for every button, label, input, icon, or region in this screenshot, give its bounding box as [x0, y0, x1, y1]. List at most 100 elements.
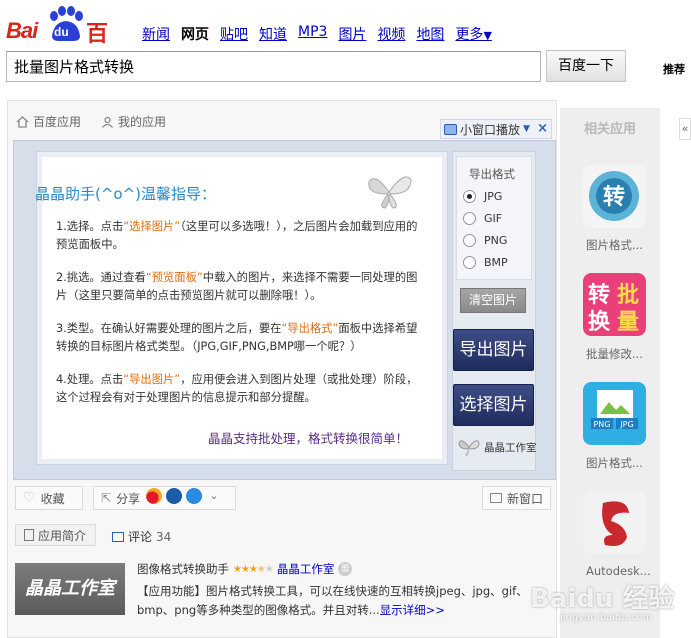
nav-zhidao[interactable]: 知道 [259, 24, 287, 44]
clear-images-button[interactable]: 清空图片 [460, 288, 526, 313]
step-4-highlight: “导出图片” [123, 373, 181, 386]
app-name-line: 图像格式转换助手 ★★★★★ 晶晶工作室 盟 [137, 561, 353, 577]
new-window-button[interactable]: 新窗口 [482, 486, 551, 510]
step-3-pre: 3.类型。在确认好需要处理的图片之后，要在 [56, 322, 282, 335]
share-label: 分享 [116, 491, 141, 506]
triangle-down-icon: ▼ [483, 29, 492, 42]
guide-step-2: 2.挑选。通过查看“预览面板”中载入的图片，来选择不需要一同处理的图片（这里只要… [56, 269, 428, 305]
breadcrumb: 百度应用 我的应用 [16, 113, 166, 130]
show-more-link[interactable]: 显示详细>> [380, 603, 445, 617]
svg-text:转: 转 [588, 282, 610, 308]
user-icon [102, 116, 113, 128]
close-icon[interactable]: × [537, 121, 548, 136]
related-app-2-label[interactable]: 批量修改... [586, 346, 643, 362]
step-2-pre: 2.挑选。通过查看 [56, 271, 146, 284]
autodesk-icon[interactable] [583, 491, 646, 554]
breadcrumb-home[interactable]: 百度应用 [33, 113, 81, 130]
export-images-button[interactable]: 导出图片 [453, 329, 534, 371]
watermark-url: jingyan.baidu.com [560, 612, 653, 623]
png-jpg-icon[interactable]: PNG JPG [583, 382, 646, 445]
nav-news[interactable]: 新闻 [142, 24, 170, 44]
step-4-pre: 4.处理。点击 [56, 373, 124, 386]
home-icon [16, 115, 29, 128]
svg-text:换: 换 [588, 309, 611, 335]
format-option-png[interactable]: PNG [463, 234, 507, 247]
butterfly-icon [368, 176, 412, 209]
nav-images[interactable]: 图片 [338, 24, 366, 44]
radio-icon [463, 234, 476, 247]
recommend-label[interactable]: 推荐 [663, 61, 685, 77]
guide-step-1: 1.选择。点击“选择图片”（这里可以多选哦！），之后图片会加载到应用的预览面板中… [56, 218, 428, 254]
baidu-logo[interactable]: Bai du 百度 [6, 6, 128, 79]
rating-stars: ★★★★★ [233, 563, 274, 575]
step-1-pre: 1.选择。点击 [56, 220, 124, 233]
nav-web[interactable]: 网页 [181, 24, 209, 44]
tab-comments[interactable]: 评论 34 [112, 528, 171, 545]
new-window-label: 新窗口 [506, 491, 543, 506]
studio-mark: 晶晶工作室 [457, 437, 537, 457]
format-jpg-label: JPG [484, 190, 503, 203]
batch-convert-icon[interactable]: 转 批 换 量 [583, 273, 646, 336]
developer-badge-icon: 盟 [338, 562, 353, 576]
radio-icon [463, 190, 476, 203]
comment-icon [112, 531, 124, 542]
step-2-highlight: “预览面板” [145, 271, 203, 284]
nav-more-label: 更多 [455, 27, 484, 43]
share-icon: ⇱ [101, 491, 112, 505]
radio-icon [463, 212, 476, 225]
svg-text:量: 量 [617, 310, 639, 335]
nav-tieba[interactable]: 贴吧 [220, 24, 248, 44]
logo-bai: Bai [6, 18, 38, 43]
top-navigation: 新闻 网页 贴吧 知道 MP3 图片 视频 地图 更多▼ [142, 24, 503, 44]
baidu-jingyan-watermark: Baidu 经验 [530, 584, 675, 614]
related-app-1-label[interactable]: 图片格式... [586, 237, 643, 253]
favorite-button[interactable]: ♡ 收藏 [15, 486, 83, 510]
heart-icon: ♡ [23, 490, 36, 506]
breadcrumb-my-apps[interactable]: 我的应用 [118, 113, 166, 130]
select-images-button[interactable]: 选择图片 [453, 384, 534, 426]
search-input[interactable] [6, 51, 541, 82]
nav-map[interactable]: 地图 [416, 24, 444, 44]
guide-step-4: 4.处理。点击“导出图片”，应用便会进入到图片处理（或批处理）阶段，这个过程会有… [56, 371, 428, 407]
nav-video[interactable]: 视频 [377, 24, 405, 44]
app-thumbnail[interactable]: 晶晶工作室 [15, 563, 125, 615]
new-window-icon [490, 493, 502, 503]
collapse-panel-button[interactable]: « [679, 118, 691, 140]
guide-footer: 晶晶支持批处理，格式转换很简单！ [208, 431, 409, 446]
convert-icon[interactable]: 转 [583, 165, 646, 228]
tab-app-intro[interactable]: 应用简介 [15, 524, 96, 546]
chevron-down-icon[interactable]: ⌄ [206, 488, 222, 504]
format-option-jpg[interactable]: JPG [463, 190, 502, 203]
mini-window-play[interactable]: 小窗口播放 ▼ × [440, 119, 552, 139]
tv-icon [444, 123, 457, 135]
qzone-icon[interactable] [186, 488, 202, 504]
caret-down-icon: ▼ [523, 124, 530, 134]
renren-icon[interactable] [166, 488, 182, 504]
step-3-highlight: “导出格式” [281, 322, 339, 335]
studio-name: 晶晶工作室 [484, 441, 537, 454]
export-format-title: 导出格式 [469, 167, 515, 181]
weibo-icon[interactable] [146, 488, 162, 504]
tab-comment-label: 评论 [128, 530, 153, 544]
app-description: 【应用功能】图片格式转换工具，可以在线快速的互相转换jpeg、jpg、gif、b… [137, 582, 551, 620]
related-app-3-label[interactable]: 图片格式... [586, 455, 643, 471]
related-apps-title: 相关应用 [584, 122, 637, 137]
svg-text:PNG: PNG [593, 420, 610, 429]
format-option-gif[interactable]: GIF [463, 212, 502, 225]
mini-window-label: 小窗口播放 [460, 122, 521, 137]
document-icon [24, 529, 34, 541]
format-bmp-label: BMP [484, 256, 508, 269]
app-description-text: 【应用功能】图片格式转换工具，可以在线快速的互相转换jpeg、jpg、gif、b… [137, 584, 528, 617]
comment-count: 34 [156, 529, 172, 544]
nav-more[interactable]: 更多▼ [455, 24, 491, 44]
nav-mp3[interactable]: MP3 [298, 24, 327, 44]
share-targets: ⌄ [146, 488, 222, 504]
favorite-label: 收藏 [40, 491, 65, 506]
svg-text:JPG: JPG [619, 420, 633, 429]
format-png-label: PNG [484, 234, 508, 247]
format-option-bmp[interactable]: BMP [463, 256, 508, 269]
related-app-4-label[interactable]: Autodesk... [586, 564, 651, 578]
logo-du: du [54, 25, 69, 39]
developer-link[interactable]: 晶晶工作室 [277, 561, 335, 577]
search-button[interactable]: 百度一下 [546, 50, 626, 82]
